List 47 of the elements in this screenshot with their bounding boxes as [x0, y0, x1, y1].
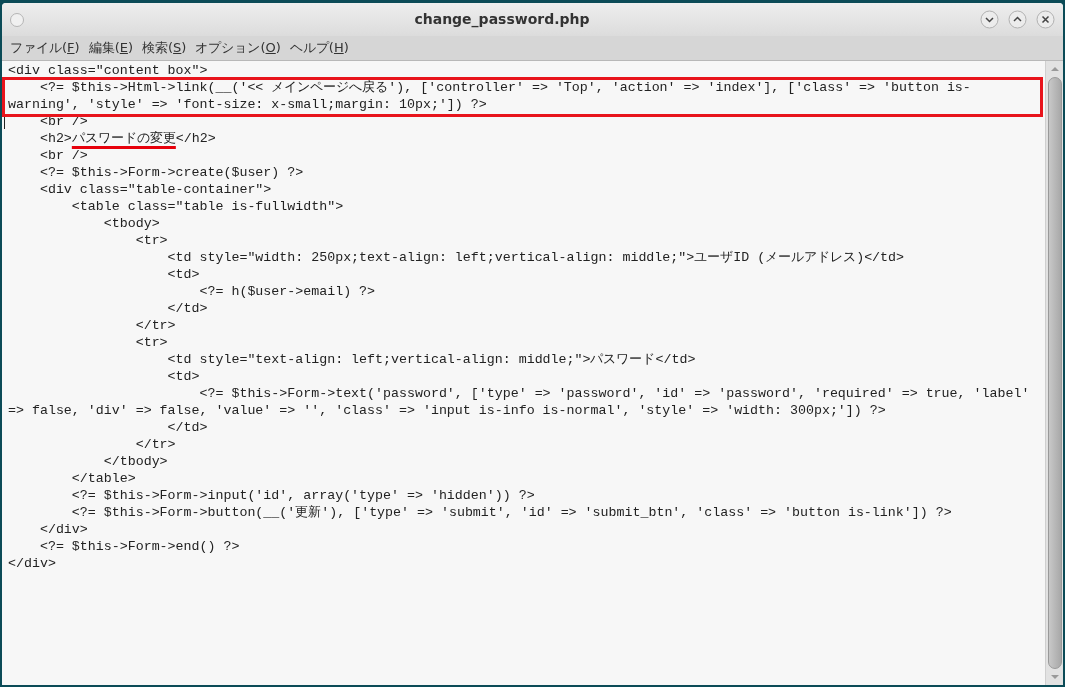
code-line: <?= $this->Form->button(__('更新'), ['type' => 'submit', 'id' => 'submit_btn', 'class' => 'button is-link']) ?> [70, 505, 952, 520]
code-line: </div> [8, 556, 56, 571]
code-line: <td> [166, 369, 200, 384]
code-line: warning', 'style' => 'font-size: x-small;margin: 10px;']) ?> [8, 97, 487, 112]
underlined-code-text: パスワードの変更 [71, 131, 176, 146]
code-line: <tr> [134, 335, 168, 350]
maximize-icon[interactable] [1008, 10, 1027, 29]
code-line: <div class="content box"> [8, 63, 208, 78]
code-line: </tr> [134, 318, 176, 333]
code-line: <?= $this->Form->end() ?> [38, 539, 240, 554]
text-cursor [4, 114, 5, 129]
close-icon[interactable] [1036, 10, 1055, 29]
code-line: </table> [70, 471, 136, 486]
code-line: <?= $this->Form->create($user) ?> [38, 165, 304, 180]
code-line: <?= $this->Html->link(__('<< メインページへ戻る'), ['controller' => 'Top', 'action' => 'index'], ['class' => 'button is- [38, 80, 971, 95]
menu-item[interactable]: ヘルプ(H) [289, 38, 349, 58]
code-line: <div class="table-container"> [38, 182, 272, 197]
scrollbar[interactable] [1045, 61, 1063, 685]
code-line: <?= $this->Form->text('password', ['type' => 'password', 'id' => 'password', 'required' => true, 'label' [198, 386, 1030, 401]
code-line: <td style="width: 250px;text-align: left;vertical-align: middle;">ユーザID (メールアドレス)</td> [166, 250, 905, 265]
code-line: <td> [166, 267, 200, 282]
menu-item[interactable]: オプション(O) [195, 38, 281, 58]
code-text: <h2> [38, 131, 72, 146]
menu-item[interactable]: 検索(S) [142, 38, 187, 58]
code-line: <br /> [38, 148, 88, 163]
scroll-down-icon[interactable] [1049, 673, 1060, 681]
code-line: <tbody> [102, 216, 160, 231]
code-line: </tr> [134, 437, 176, 452]
code-line: <?= h($user->email) ?> [198, 284, 376, 299]
code-line: => false, 'div' => false, 'value' => '', 'class' => 'input is-info is-normal', 'style' => 'width: 300px;']) ?> [8, 403, 886, 418]
menu-item[interactable]: 編集(E) [88, 38, 133, 58]
minimize-icon[interactable] [980, 10, 999, 29]
code-line: </td> [166, 301, 208, 316]
code-line: </div> [38, 522, 88, 537]
code-line: <td style="text-align: left;vertical-align: middle;">パスワード</td> [166, 352, 696, 367]
menu-item[interactable]: ファイル(F) [10, 38, 80, 58]
scroll-up-icon[interactable] [1049, 65, 1060, 73]
scrollbar-thumb[interactable] [1047, 77, 1062, 669]
code-line: <table class="table is-fullwidth"> [70, 199, 344, 214]
window-title: change_password.php [413, 10, 591, 30]
code-line: <?= $this->Form->input('id', array('type' => 'hidden')) ?> [70, 488, 535, 503]
code-line: </tbody> [102, 454, 168, 469]
code-line: </td> [166, 420, 208, 435]
code-line: <br /> [38, 114, 88, 129]
window-menu-icon[interactable] [10, 12, 24, 27]
code-line: <tr> [134, 233, 168, 248]
code-text: </h2> [175, 131, 216, 146]
